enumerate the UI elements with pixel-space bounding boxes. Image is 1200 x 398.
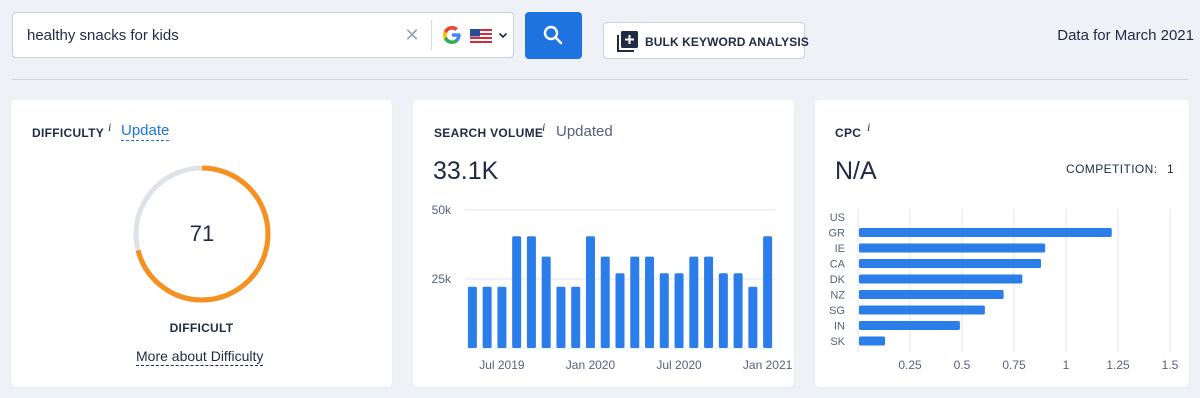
volume-bar[interactable] — [512, 236, 522, 348]
difficulty-card: DIFFICULTY i Update 71 DIFFICULT More ab… — [11, 100, 392, 387]
x-tick-label: 1.5 — [1162, 358, 1179, 372]
volume-bar[interactable] — [571, 286, 581, 348]
difficulty-title: DIFFICULTY — [32, 126, 105, 140]
volume-bar[interactable] — [556, 286, 566, 348]
search-icon — [543, 25, 563, 45]
info-icon[interactable]: i — [108, 120, 111, 135]
volume-bar[interactable] — [733, 273, 743, 348]
x-tick-label: Jan 2020 — [566, 358, 616, 372]
cpc-by-country-chart: 0.25 0.5 0.75 1 1.25 1.5 US GR IE CA DK NZ SG IN SK — [829, 209, 1179, 372]
bulk-keyword-analysis-button[interactable]: BULK KEYWORD ANALYSIS — [603, 22, 809, 59]
cpc-bar[interactable] — [859, 290, 1004, 299]
data-date: Data for March 2021 — [1057, 27, 1194, 44]
x-tick-label: 1 — [1063, 358, 1070, 372]
google-icon — [443, 26, 461, 44]
volume-bar[interactable] — [482, 286, 492, 348]
chevron-down-icon — [498, 32, 508, 39]
country-label: IE — [835, 243, 845, 255]
country-label: IN — [834, 321, 845, 333]
cpc-bar[interactable] — [859, 305, 985, 315]
country-label: DK — [830, 274, 846, 286]
update-difficulty-link[interactable]: Update — [121, 122, 170, 141]
y-tick-label: 50k — [432, 203, 452, 217]
volume-bar[interactable] — [763, 236, 773, 348]
x-tick-label: 0.25 — [898, 358, 922, 372]
volume-bar[interactable] — [718, 273, 728, 348]
bulk-keyword-analysis-label: BULK KEYWORD ANALYSIS — [645, 35, 809, 49]
us-flag-icon — [470, 29, 492, 43]
x-tick-label: Jan 2021 — [743, 358, 793, 372]
volume-bar[interactable] — [704, 256, 714, 348]
country-label: US — [830, 212, 845, 224]
country-label: SG — [829, 305, 845, 317]
search-volume-chart: 50k 25k Jul 2019 Jan 2020 Jul 2020 Jan 2021 — [432, 203, 793, 372]
cpc-bar[interactable] — [859, 336, 886, 346]
volume-bar[interactable] — [585, 236, 595, 348]
search-volume-card: SEARCH VOLUME i Updated 33.1K 50k 25k Jul … — [413, 100, 794, 387]
volume-bar[interactable] — [645, 256, 655, 348]
search-button[interactable] — [525, 12, 582, 59]
x-tick-label: Jul 2019 — [479, 358, 525, 372]
volume-bar[interactable] — [526, 236, 536, 348]
x-tick-label: 1.25 — [1106, 358, 1130, 372]
close-icon[interactable]: ✕ — [401, 24, 423, 46]
x-tick-label: 0.75 — [1002, 358, 1026, 372]
volume-bar[interactable] — [497, 286, 507, 348]
volume-bar[interactable] — [748, 286, 758, 348]
volume-bar[interactable] — [467, 286, 477, 348]
plus-square-icon — [617, 31, 638, 52]
volume-bar[interactable] — [615, 273, 625, 348]
keyword-search-box: ✕ — [12, 12, 514, 58]
country-label: CA — [830, 259, 846, 271]
cpc-card: CPC i N/A COMPETITION: 1 0.25 0.5 0.75 1 1.2… — [815, 100, 1189, 387]
cpc-bar[interactable] — [859, 243, 1046, 253]
database-select[interactable] — [432, 13, 514, 57]
y-tick-label: 25k — [432, 272, 452, 286]
volume-bar[interactable] — [689, 256, 699, 348]
keyword-input[interactable] — [14, 14, 418, 56]
country-label: NZ — [830, 290, 845, 302]
cpc-bar[interactable] — [859, 274, 1023, 284]
difficulty-value: 71 — [189, 221, 215, 246]
country-label: GR — [829, 228, 846, 240]
volume-bar[interactable] — [541, 256, 551, 348]
difficulty-status: DIFFICULT — [169, 321, 234, 335]
cpc-bar[interactable] — [859, 259, 1042, 268]
country-label: SK — [830, 336, 845, 348]
x-tick-label: 0.5 — [954, 358, 971, 372]
x-tick-label: Jul 2020 — [656, 358, 702, 372]
volume-bar[interactable] — [600, 256, 610, 348]
divider — [12, 79, 1188, 80]
volume-bar[interactable] — [659, 273, 669, 348]
volume-bar[interactable] — [630, 256, 640, 348]
volume-bar[interactable] — [674, 273, 684, 348]
cpc-bar[interactable] — [859, 228, 1112, 237]
cpc-bar[interactable] — [859, 321, 960, 330]
more-about-difficulty-link[interactable]: More about Difficulty — [136, 348, 264, 366]
